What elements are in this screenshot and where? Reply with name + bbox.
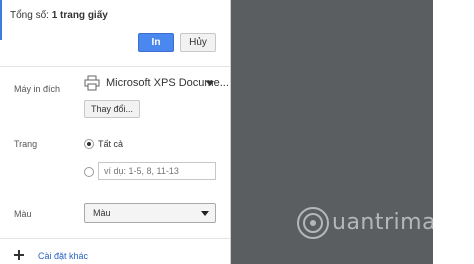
destination-label: Máy in đích <box>14 84 61 94</box>
focus-accent-bar <box>0 0 2 40</box>
color-select[interactable]: Màu <box>84 203 216 223</box>
cancel-button[interactable]: Hủy <box>180 33 216 52</box>
watermark: uantrimang <box>296 206 466 246</box>
more-settings-link[interactable]: Cài đặt khác <box>38 251 88 261</box>
pages-label: Trang <box>14 139 38 149</box>
page-range-input[interactable] <box>98 162 216 180</box>
color-select-value: Màu <box>93 208 111 218</box>
watermark-logo-icon <box>297 207 329 239</box>
print-settings-panel: Tổng số: 1 trang giấy In Hủy Máy in đích… <box>0 0 231 264</box>
summary-value: 1 trang giấy <box>51 10 108 21</box>
divider <box>0 238 230 239</box>
change-destination-button[interactable]: Thay đổi... <box>84 100 140 118</box>
chevron-down-icon <box>201 211 209 216</box>
chevron-down-icon[interactable] <box>206 81 214 86</box>
color-label: Màu <box>14 209 32 219</box>
pages-all-label: Tất cả <box>98 139 124 149</box>
divider <box>0 66 230 67</box>
print-button[interactable]: In <box>138 33 174 52</box>
watermark-text: uantrimang <box>332 210 465 235</box>
summary-label: Tổng số: <box>10 10 49 21</box>
pages-all-radio[interactable] <box>84 139 94 149</box>
plus-icon[interactable] <box>14 250 24 260</box>
page-count-summary: Tổng số: 1 trang giấy <box>10 10 108 21</box>
radio-selected-dot <box>87 142 91 146</box>
pages-range-radio[interactable] <box>84 167 94 177</box>
printer-icon <box>84 75 100 91</box>
